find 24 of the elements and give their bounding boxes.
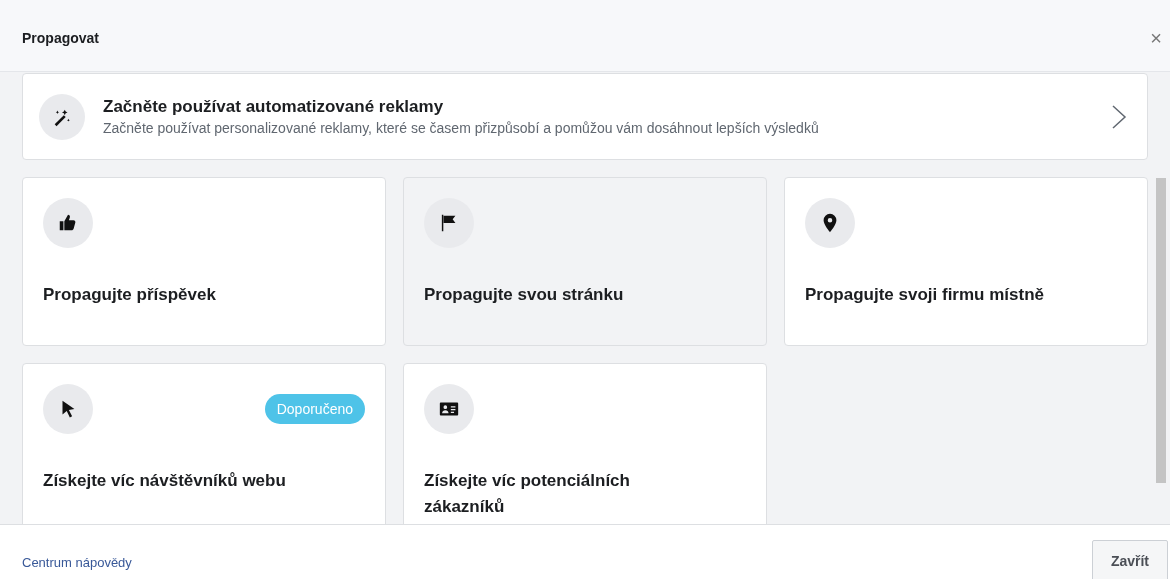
- automated-ads-banner[interactable]: Začněte používat automatizované reklamy Začněte používat personalizované reklamy, které se časem přizpůsobí a pomůžou vám dosáhnout lepších výsledků: [22, 73, 1148, 160]
- magic-wand-icon: [39, 93, 85, 140]
- option-title: Propagujte svou stránku: [424, 284, 625, 306]
- banner-title: Začněte používat automatizované reklamy: [103, 97, 445, 117]
- dialog-title: Propagovat: [22, 30, 99, 46]
- option-title: Získejte víc potenciálních zákazníků: [424, 470, 631, 518]
- flag-icon: [424, 198, 474, 248]
- help-center-link[interactable]: Centrum nápovědy: [22, 555, 132, 570]
- option-card[interactable]: Propagujte svoji firmu místně: [784, 177, 1148, 346]
- close-button[interactable]: Zavřít: [1091, 540, 1168, 579]
- id-card-icon: [424, 384, 474, 434]
- recommended-badge: Doporučeno: [264, 394, 365, 424]
- banner-description: Začněte používat personalizované reklamy, které se časem přizpůsobí a pomůžou vám dosáhnout lepších výsledků: [103, 120, 820, 136]
- option-card[interactable]: Propagujte svou stránku: [403, 177, 767, 346]
- option-card[interactable]: Propagujte příspěvek: [22, 177, 386, 346]
- chevron-right-icon: [1111, 103, 1127, 130]
- option-title: Propagujte svoji firmu místně: [805, 284, 1045, 306]
- option-title: Propagujte příspěvek: [43, 284, 217, 306]
- cursor-icon: [43, 384, 93, 434]
- location-pin-icon: [805, 198, 855, 248]
- thumbs-up-icon: [43, 198, 93, 248]
- option-card[interactable]: Získejte víc potenciálních zákazníků: [403, 363, 767, 524]
- option-title: Získejte víc návštěvníků webu: [43, 470, 287, 492]
- option-card[interactable]: Doporučeno Získejte víc návštěvníků webu: [22, 363, 386, 524]
